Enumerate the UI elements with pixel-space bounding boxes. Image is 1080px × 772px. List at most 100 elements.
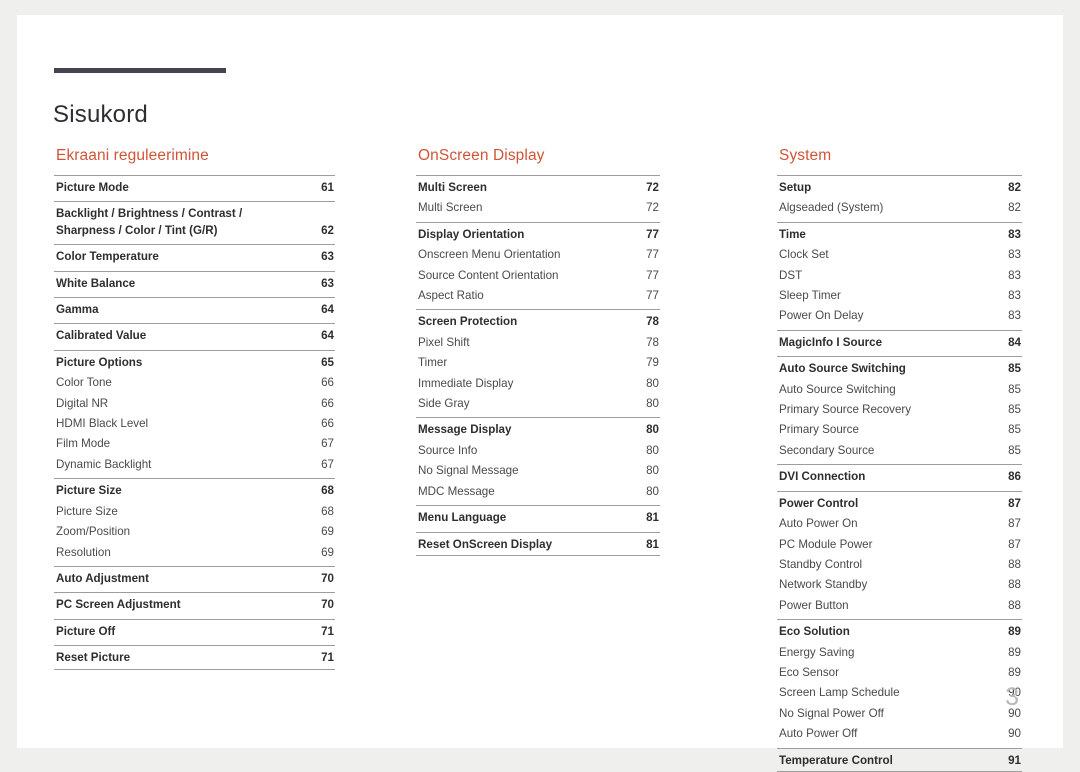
toc-entry-label: Reset OnScreen Display [418, 537, 553, 551]
section-title: OnScreen Display [418, 147, 545, 164]
toc-entry[interactable]: Dynamic Backlight 67 [54, 455, 335, 475]
toc-entry[interactable]: Picture Mode 61 [54, 178, 335, 198]
toc-entry[interactable]: PC Screen Adjustment 70 [54, 595, 335, 615]
toc-entry-page: 65 [321, 355, 334, 369]
toc-entry[interactable]: Picture Options 65 [54, 353, 335, 373]
toc-entry-label: Multi Screen [418, 201, 483, 215]
toc-entry[interactable]: Multi Screen 72 [416, 178, 660, 198]
toc-entry[interactable]: Menu Language 81 [416, 508, 660, 528]
toc-entry[interactable]: Energy Saving 89 [777, 643, 1022, 663]
toc-entry[interactable]: Zoom/Position 69 [54, 522, 335, 542]
toc-entry-label: DST [779, 268, 803, 282]
toc-entry[interactable]: Reset OnScreen Display 81 [416, 535, 660, 555]
toc-entry[interactable]: Digital NR 66 [54, 394, 335, 414]
toc-entry[interactable]: Multi Screen 72 [416, 198, 660, 218]
toc-entry[interactable]: Film Mode 67 [54, 434, 335, 454]
toc-entry[interactable]: Screen Lamp Schedule 90 [777, 683, 1022, 703]
toc-entry[interactable]: Auto Source Switching 85 [777, 380, 1022, 400]
toc-group: Calibrated Value 64 [54, 323, 335, 349]
toc-entry[interactable]: Secondary Source 85 [777, 441, 1022, 461]
toc-entry-page: 81 [646, 537, 659, 551]
toc-entry[interactable]: Color Temperature 63 [54, 247, 335, 267]
toc-entry[interactable]: Calibrated Value 64 [54, 326, 335, 346]
toc-entry[interactable]: Primary Source Recovery 85 [777, 400, 1022, 420]
toc-entry[interactable]: Eco Sensor 89 [777, 663, 1022, 683]
toc-entry[interactable]: Primary Source 85 [777, 420, 1022, 440]
toc-entry-label: Power Button [779, 598, 849, 612]
toc-entry[interactable]: Source Content Orientation 77 [416, 266, 660, 286]
toc-entry-page: 68 [321, 504, 334, 518]
toc-entry[interactable]: Source Info 80 [416, 441, 660, 461]
toc-entry-page: 67 [321, 437, 334, 451]
toc-entry-page: 70 [321, 571, 334, 585]
toc-entry[interactable]: Clock Set 83 [777, 245, 1022, 265]
toc-entry[interactable]: DVI Connection 86 [777, 467, 1022, 487]
toc-group: Backlight / Brightness / Contrast / Shar… [54, 201, 335, 244]
toc-entry[interactable]: Picture Size 68 [54, 502, 335, 522]
toc-entry[interactable]: Aspect Ratio 77 [416, 286, 660, 306]
toc-entry-label: Zoom/Position [56, 525, 131, 539]
toc-entry-label: Time [779, 227, 806, 241]
toc-entry-label: Algseaded (System) [779, 201, 884, 215]
toc-group: Message Display 80 Source Info 80 No Signal … [416, 417, 660, 505]
toc-entry-page: 64 [321, 303, 334, 317]
toc-entry[interactable]: Temperature Control 91 [777, 751, 1022, 771]
toc-entry[interactable]: Power Button 88 [777, 596, 1022, 616]
toc-entry[interactable]: No Signal Message 80 [416, 461, 660, 481]
toc-entry[interactable]: Algseaded (System) 82 [777, 198, 1022, 218]
document-page: Sisukord Ekraani reguleerimine Picture Mo… [17, 15, 1063, 772]
toc-entry[interactable]: Time 83 [777, 225, 1022, 245]
toc-entry[interactable]: Network Standby 88 [777, 575, 1022, 595]
toc-entry[interactable]: Setup 82 [777, 178, 1022, 198]
toc-entry-label: Power On Delay [779, 309, 864, 323]
toc-entry[interactable]: Auto Adjustment 70 [54, 569, 335, 589]
toc-entry-label: Picture Size [56, 484, 122, 498]
toc-column-2: OnScreen Display Multi Screen 72 Multi Scre… [416, 147, 660, 772]
toc-entry[interactable]: MagicInfo I Source 84 [777, 333, 1022, 353]
toc-entry[interactable]: Picture Off 71 [54, 622, 335, 642]
toc-entry-page: 80 [646, 397, 659, 411]
toc-entry[interactable]: Color Tone 66 [54, 373, 335, 393]
toc-entry[interactable]: PC Module Power 87 [777, 535, 1022, 555]
toc-entry-page: 85 [1008, 423, 1021, 437]
toc-entry[interactable]: Gamma 64 [54, 300, 335, 320]
toc-entry[interactable]: Onscreen Menu Orientation 77 [416, 245, 660, 265]
toc-entry[interactable]: DST 83 [777, 266, 1022, 286]
toc-entry[interactable]: White Balance 63 [54, 274, 335, 294]
toc-entry[interactable]: Power Control 87 [777, 494, 1022, 514]
toc-entry[interactable]: Immediate Display 80 [416, 374, 660, 394]
toc-group: Setup 82 Algseaded (System) 82 [777, 175, 1022, 222]
toc-entry[interactable]: Auto Source Switching 85 [777, 359, 1022, 379]
toc-entry[interactable]: Message Display 80 [416, 420, 660, 440]
toc-entry-label: Menu Language [418, 511, 507, 525]
toc-entry[interactable]: Sleep Timer 83 [777, 286, 1022, 306]
toc-entry-label: Picture Options [56, 355, 143, 369]
toc-entry-page: 82 [1008, 201, 1021, 215]
toc-entry-label: Backlight / Brightness / Contrast / Shar… [56, 207, 243, 237]
toc-entry-page: 83 [1008, 268, 1021, 282]
toc-entry-page: 77 [646, 227, 659, 241]
toc-entry[interactable]: Picture Size 68 [54, 481, 335, 501]
toc-entry[interactable]: Pixel Shift 78 [416, 333, 660, 353]
toc-entry[interactable]: Reset Picture 71 [54, 648, 335, 668]
toc-entry-page: 66 [321, 396, 334, 410]
toc-entry-page: 91 [1008, 753, 1021, 767]
toc-group: Reset OnScreen Display 81 [416, 531, 660, 556]
toc-entry[interactable]: Eco Solution 89 [777, 622, 1022, 642]
toc-entry[interactable]: Side Gray 80 [416, 394, 660, 414]
toc-entry-label: Temperature Control [779, 753, 893, 767]
toc-entry-label: Sleep Timer [779, 289, 841, 303]
toc-entry[interactable]: MDC Message 80 [416, 482, 660, 502]
toc-entry[interactable]: Power On Delay 83 [777, 306, 1022, 326]
toc-entry[interactable]: Auto Power Off 90 [777, 724, 1022, 744]
toc-entry[interactable]: Resolution 69 [54, 543, 335, 563]
toc-entry[interactable]: Display Orientation 77 [416, 225, 660, 245]
toc-entry[interactable]: HDMI Black Level 66 [54, 414, 335, 434]
toc-entry[interactable]: No Signal Power Off 90 [777, 704, 1022, 724]
toc-entry[interactable]: Standby Control 88 [777, 555, 1022, 575]
toc-entry[interactable]: Backlight / Brightness / Contrast / Shar… [54, 204, 335, 241]
toc-entry[interactable]: Auto Power On 87 [777, 514, 1022, 534]
toc-entry[interactable]: Timer 79 [416, 353, 660, 373]
toc-entry-label: Auto Source Switching [779, 382, 896, 396]
toc-entry[interactable]: Screen Protection 78 [416, 312, 660, 332]
